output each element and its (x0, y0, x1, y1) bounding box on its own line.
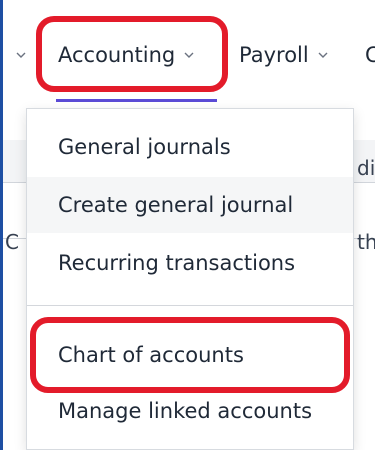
menu-item-label: Create general journal (58, 193, 294, 217)
nav-payroll-label: Payroll (239, 43, 309, 67)
chevron-down-icon (317, 49, 329, 61)
menu-item-create-general-journal[interactable]: Create general journal (27, 177, 353, 233)
background-text: th (357, 230, 375, 254)
menu-item-label: Recurring transactions (58, 251, 296, 275)
nav-previous-chevron[interactable] (7, 38, 26, 72)
menu-item-label: Manage linked accounts (58, 399, 313, 423)
background-text: di (357, 156, 375, 180)
menu-item-label: General journals (58, 135, 231, 159)
nav-payroll[interactable]: Payroll (239, 38, 329, 72)
menu-divider (27, 305, 353, 306)
background-text: C (5, 230, 19, 254)
nav-next-item[interactable]: C (365, 38, 375, 72)
menu-item-general-journals[interactable]: General journals (27, 119, 353, 175)
menu-item-recurring-transactions[interactable]: Recurring transactions (27, 235, 353, 291)
chevron-down-icon (15, 49, 27, 61)
annotation-highlight-chart-of-accounts (30, 317, 350, 393)
accounting-dropdown-menu: General journals Create general journal … (26, 108, 354, 450)
active-tab-underline (56, 99, 217, 102)
nav-next-item-label: C (365, 43, 375, 67)
annotation-highlight-accounting (36, 16, 228, 92)
